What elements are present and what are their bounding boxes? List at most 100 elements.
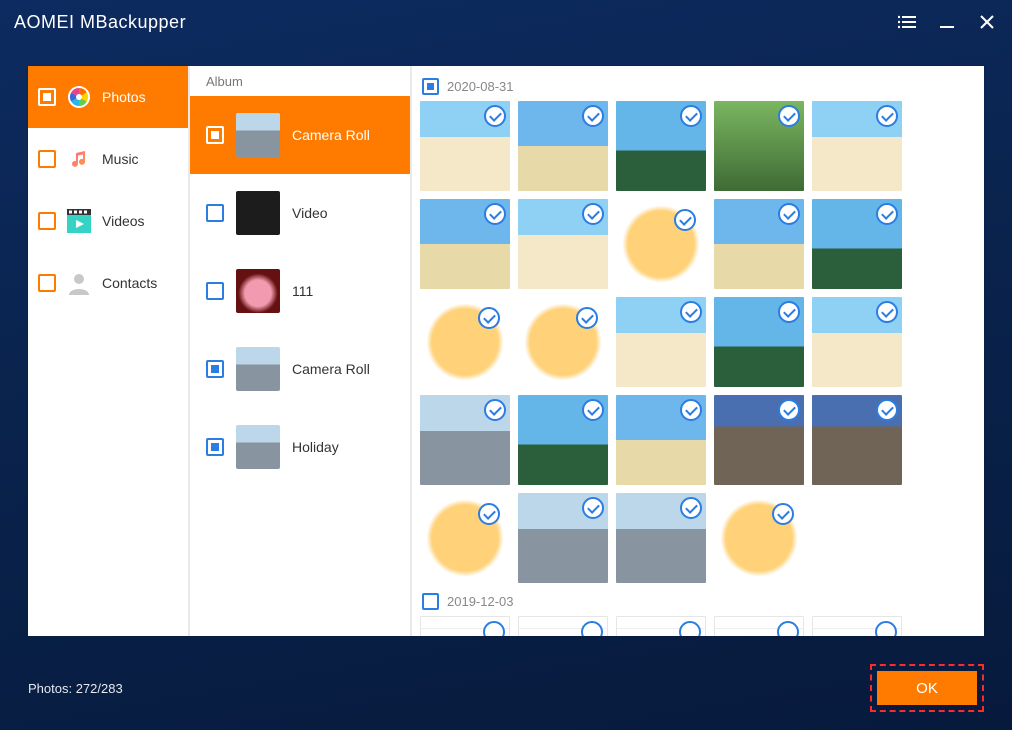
checkbox[interactable] bbox=[422, 78, 439, 95]
album-111[interactable]: 111 bbox=[190, 252, 410, 330]
check-icon[interactable] bbox=[484, 399, 506, 421]
group-header[interactable]: 2019-12-03 bbox=[422, 593, 978, 610]
check-icon[interactable] bbox=[680, 497, 702, 519]
photo-thumb[interactable] bbox=[518, 297, 608, 387]
photo-thumb[interactable] bbox=[616, 493, 706, 583]
checkbox[interactable] bbox=[38, 88, 56, 106]
photo-thumb[interactable] bbox=[812, 297, 902, 387]
check-icon[interactable] bbox=[778, 105, 800, 127]
check-icon[interactable] bbox=[876, 105, 898, 127]
check-icon[interactable] bbox=[674, 209, 696, 231]
checkbox[interactable] bbox=[38, 150, 56, 168]
photo-thumb[interactable] bbox=[616, 395, 706, 485]
photo-thumb[interactable] bbox=[812, 395, 902, 485]
photo-row bbox=[420, 616, 978, 636]
check-icon[interactable] bbox=[680, 105, 702, 127]
check-icon[interactable] bbox=[582, 497, 604, 519]
album-camera-roll-2[interactable]: Camera Roll bbox=[190, 330, 410, 408]
photo-thumb[interactable] bbox=[812, 101, 902, 191]
album-thumb bbox=[236, 347, 280, 391]
check-icon[interactable] bbox=[582, 203, 604, 225]
photo-thumb[interactable] bbox=[714, 395, 804, 485]
check-icon[interactable] bbox=[484, 203, 506, 225]
check-icon[interactable] bbox=[778, 399, 800, 421]
check-icon[interactable] bbox=[680, 301, 702, 323]
check-icon[interactable] bbox=[876, 399, 898, 421]
album-list: Album Camera RollVideo111Camera RollHoli… bbox=[188, 66, 412, 636]
check-icon[interactable] bbox=[778, 203, 800, 225]
check-icon[interactable] bbox=[777, 621, 799, 636]
check-icon[interactable] bbox=[582, 105, 604, 127]
photo-thumb[interactable] bbox=[420, 297, 510, 387]
album-holiday[interactable]: Holiday bbox=[190, 408, 410, 486]
photo-thumb[interactable] bbox=[518, 616, 608, 636]
check-icon[interactable] bbox=[876, 301, 898, 323]
checkbox[interactable] bbox=[422, 593, 439, 610]
check-icon[interactable] bbox=[876, 203, 898, 225]
album-label: Camera Roll bbox=[292, 127, 370, 143]
window-controls bbox=[896, 11, 998, 33]
photo-thumb[interactable] bbox=[420, 101, 510, 191]
photo-thumb[interactable] bbox=[420, 616, 510, 636]
check-icon[interactable] bbox=[680, 399, 702, 421]
group-date: 2019-12-03 bbox=[447, 594, 514, 609]
check-icon[interactable] bbox=[478, 503, 500, 525]
album-thumb bbox=[236, 113, 280, 157]
category-contacts[interactable]: Contacts bbox=[28, 252, 188, 314]
check-icon[interactable] bbox=[778, 301, 800, 323]
check-icon[interactable] bbox=[679, 621, 701, 636]
group-date: 2020-08-31 bbox=[447, 79, 514, 94]
photo-thumb[interactable] bbox=[518, 101, 608, 191]
checkbox[interactable] bbox=[206, 204, 224, 222]
photo-grid[interactable]: 2020-08-312019-12-032019-11-15 bbox=[412, 66, 984, 636]
photo-thumb[interactable] bbox=[420, 395, 510, 485]
check-icon[interactable] bbox=[772, 503, 794, 525]
checkbox[interactable] bbox=[206, 360, 224, 378]
checkbox[interactable] bbox=[38, 212, 56, 230]
check-icon[interactable] bbox=[483, 621, 505, 636]
photo-thumb[interactable] bbox=[616, 101, 706, 191]
photo-thumb[interactable] bbox=[714, 297, 804, 387]
category-label: Videos bbox=[102, 213, 145, 229]
list-icon[interactable] bbox=[896, 11, 918, 33]
photo-thumb[interactable] bbox=[812, 616, 902, 636]
photo-thumb[interactable] bbox=[812, 199, 902, 289]
check-icon[interactable] bbox=[875, 621, 897, 636]
check-icon[interactable] bbox=[576, 307, 598, 329]
album-thumb bbox=[236, 425, 280, 469]
photo-thumb[interactable] bbox=[616, 297, 706, 387]
ok-button[interactable]: OK bbox=[877, 671, 977, 705]
minimize-icon[interactable] bbox=[936, 11, 958, 33]
photo-thumb[interactable] bbox=[714, 199, 804, 289]
category-photos[interactable]: Photos bbox=[28, 66, 188, 128]
group-header[interactable]: 2020-08-31 bbox=[422, 78, 978, 95]
photo-thumb[interactable] bbox=[616, 199, 706, 289]
photo-thumb[interactable] bbox=[714, 616, 804, 636]
photo-thumb[interactable] bbox=[518, 493, 608, 583]
check-icon[interactable] bbox=[484, 105, 506, 127]
category-sidebar: PhotosMusic Videos Contacts bbox=[28, 66, 188, 636]
photo-thumb[interactable] bbox=[616, 616, 706, 636]
videos-icon bbox=[66, 208, 92, 234]
check-icon[interactable] bbox=[581, 621, 603, 636]
close-icon[interactable] bbox=[976, 11, 998, 33]
checkbox[interactable] bbox=[206, 282, 224, 300]
check-icon[interactable] bbox=[478, 307, 500, 329]
status-count: Photos: 272/283 bbox=[28, 681, 123, 696]
checkbox[interactable] bbox=[206, 438, 224, 456]
category-music[interactable]: Music bbox=[28, 128, 188, 190]
photo-thumb[interactable] bbox=[714, 101, 804, 191]
photo-thumb[interactable] bbox=[420, 493, 510, 583]
photo-thumb[interactable] bbox=[518, 395, 608, 485]
check-icon[interactable] bbox=[582, 399, 604, 421]
category-videos[interactable]: Videos bbox=[28, 190, 188, 252]
checkbox[interactable] bbox=[206, 126, 224, 144]
checkbox[interactable] bbox=[38, 274, 56, 292]
album-video[interactable]: Video bbox=[190, 174, 410, 252]
app-title: AOMEI MBackupper bbox=[14, 12, 186, 33]
album-camera-roll-1[interactable]: Camera Roll bbox=[190, 96, 410, 174]
photo-thumb[interactable] bbox=[714, 493, 804, 583]
photo-thumb[interactable] bbox=[420, 199, 510, 289]
album-header: Album bbox=[190, 66, 410, 96]
photo-thumb[interactable] bbox=[518, 199, 608, 289]
